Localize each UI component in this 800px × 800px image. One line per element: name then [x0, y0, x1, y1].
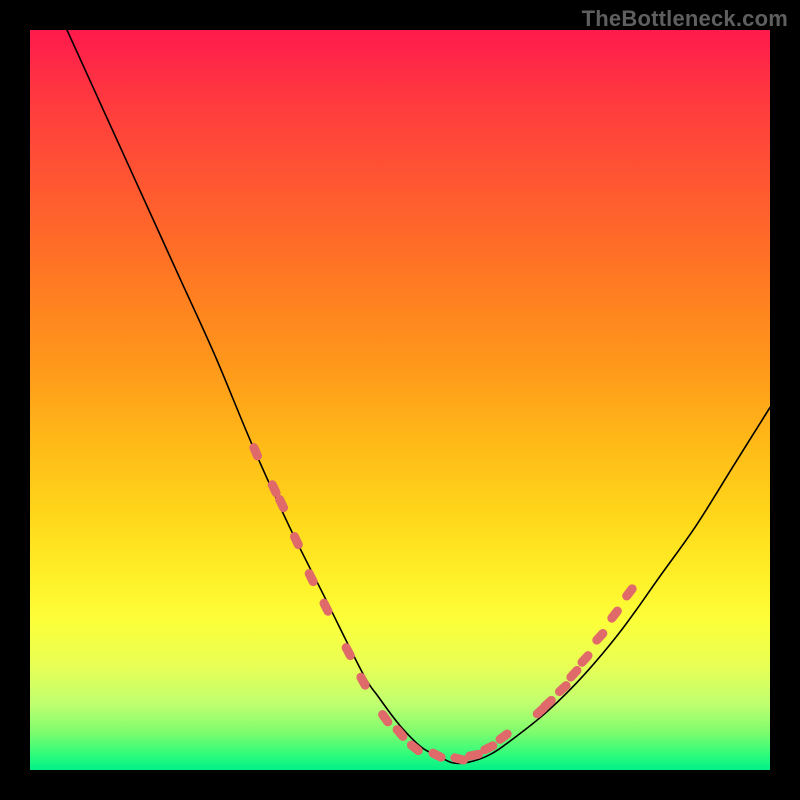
marker-dot [590, 627, 609, 646]
marker-dot [376, 708, 394, 728]
marker-dot [620, 583, 638, 603]
marker-dot [355, 671, 371, 691]
marker-dot [340, 642, 356, 662]
marker-dot [303, 568, 319, 588]
watermark-text: TheBottleneck.com [582, 6, 788, 32]
marker-dot [494, 728, 514, 746]
marker-dot [427, 747, 447, 763]
marker-dot [248, 442, 263, 462]
curve-layer [30, 30, 770, 770]
chart-frame: TheBottleneck.com [0, 0, 800, 800]
marker-group [248, 442, 638, 766]
marker-dot [606, 605, 624, 625]
marker-dot [318, 597, 334, 617]
marker-dot [565, 664, 584, 683]
marker-dot [288, 531, 304, 551]
bottleneck-curve [67, 30, 770, 764]
plot-area [30, 30, 770, 770]
marker-dot [553, 679, 572, 698]
